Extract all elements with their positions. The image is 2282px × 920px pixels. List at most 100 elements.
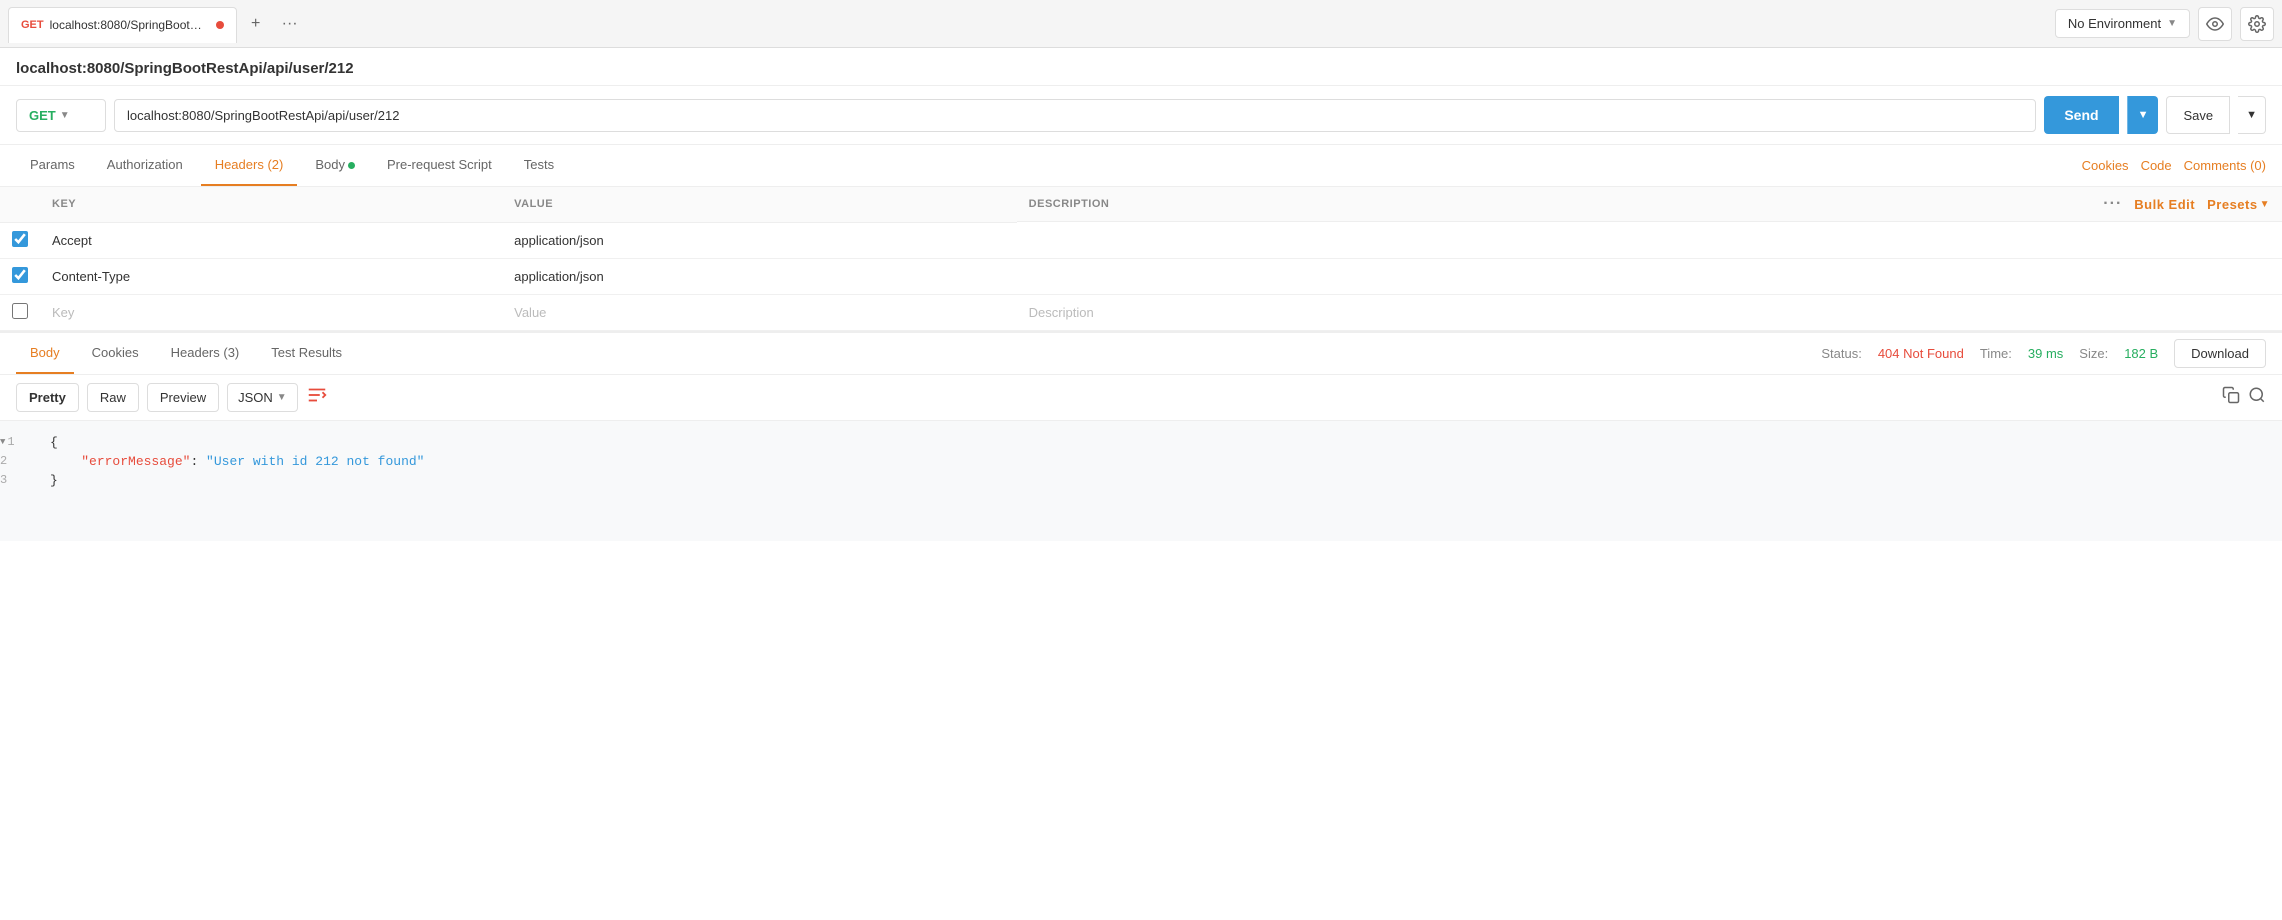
response-status-bar: Status: 404 Not Found Time: 39 ms Size: …	[1821, 339, 2266, 368]
response-tabs-bar: Body Cookies Headers (3) Test Results St…	[0, 333, 2282, 375]
json-value: "User with id 212 not found"	[206, 454, 424, 469]
code-text-1: {	[50, 435, 58, 450]
copy-icon[interactable]	[2222, 386, 2240, 409]
table-row-placeholder: Key Value Description	[0, 294, 2282, 330]
placeholder-key[interactable]: Key	[40, 294, 502, 330]
resp-toolbar-right	[2222, 386, 2266, 409]
size-label: Size:	[2079, 346, 2108, 361]
resp-tab-test-results-label: Test Results	[271, 345, 342, 360]
tab-body-label: Body	[315, 157, 345, 172]
tab-bar: GET localhost:8080/SpringBootRestA… + ··…	[0, 0, 2282, 48]
row1-checkbox[interactable]	[12, 231, 28, 247]
resp-tab-body[interactable]: Body	[16, 333, 74, 374]
eye-icon	[2206, 15, 2224, 33]
save-chevron-icon: ▼	[2246, 109, 2257, 121]
line-num-2: 2	[0, 454, 50, 468]
resp-tab-cookies[interactable]: Cookies	[78, 333, 153, 374]
row2-key-cell[interactable]: Content-Type	[40, 258, 502, 294]
code-line-1: ▼ 1 {	[0, 433, 2282, 452]
tab-params-label: Params	[30, 157, 75, 172]
send-dropdown-button[interactable]: ▼	[2127, 96, 2159, 134]
bulk-edit-button[interactable]: Bulk Edit	[2134, 197, 2195, 212]
collapse-arrow-icon[interactable]: ▼	[0, 437, 5, 447]
eye-button[interactable]	[2198, 7, 2232, 41]
more-options-icon[interactable]: ···	[2103, 195, 2122, 213]
code-line-3: 3 }	[0, 471, 2282, 490]
tab-params[interactable]: Params	[16, 145, 89, 186]
pretty-button[interactable]: Pretty	[16, 383, 79, 412]
tab-pre-request[interactable]: Pre-request Script	[373, 145, 506, 186]
row2-checkbox-cell	[0, 258, 40, 294]
col-key-header: KEY	[40, 187, 502, 222]
url-input[interactable]	[114, 99, 2036, 132]
row1-desc-cell[interactable]	[1017, 222, 2282, 258]
placeholder-checkbox[interactable]	[12, 303, 28, 319]
resp-tab-body-label: Body	[30, 345, 60, 360]
more-tabs-button[interactable]: ···	[275, 9, 305, 39]
method-label: GET	[29, 108, 56, 123]
request-tabs: Params Authorization Headers (2) Body Pr…	[0, 145, 2282, 187]
tab-authorization[interactable]: Authorization	[93, 145, 197, 186]
headers-table: KEY VALUE DESCRIPTION ··· Bulk Edit Pres…	[0, 187, 2282, 331]
send-button[interactable]: Send	[2044, 96, 2118, 134]
save-dropdown-button[interactable]: ▼	[2238, 96, 2266, 134]
tab-method: GET	[21, 19, 44, 31]
code-link[interactable]: Code	[2141, 158, 2172, 173]
time-label: Time:	[1980, 346, 2012, 361]
gear-icon	[2248, 15, 2266, 33]
tab-headers[interactable]: Headers (2)	[201, 145, 298, 186]
tab-pre-request-label: Pre-request Script	[387, 157, 492, 172]
placeholder-value[interactable]: Value	[502, 294, 1017, 330]
tab-body[interactable]: Body	[301, 145, 369, 186]
row2-checkbox[interactable]	[12, 267, 28, 283]
tab-dot	[216, 21, 224, 29]
body-dot-icon	[348, 162, 355, 169]
active-tab[interactable]: GET localhost:8080/SpringBootRestA…	[8, 7, 237, 43]
send-chevron-icon: ▼	[2138, 109, 2149, 121]
response-section: Body Cookies Headers (3) Test Results St…	[0, 332, 2282, 541]
settings-button[interactable]	[2240, 7, 2274, 41]
env-chevron-icon: ▼	[2167, 18, 2177, 29]
headers-section: KEY VALUE DESCRIPTION ··· Bulk Edit Pres…	[0, 187, 2282, 331]
environment-selector[interactable]: No Environment ▼	[2055, 9, 2190, 38]
new-tab-button[interactable]: +	[241, 9, 271, 39]
col-description-header: DESCRIPTION ··· Bulk Edit Presets ▼	[1017, 187, 2282, 222]
request-bar: GET ▼ Send ▼ Save ▼	[0, 86, 2282, 145]
row1-value-cell[interactable]: application/json	[502, 222, 1017, 258]
raw-button[interactable]: Raw	[87, 383, 139, 412]
row2-value-cell[interactable]: application/json	[502, 258, 1017, 294]
resp-tab-headers[interactable]: Headers (3)	[157, 333, 254, 374]
presets-chevron-icon: ▼	[2260, 199, 2270, 210]
resp-tab-test-results[interactable]: Test Results	[257, 333, 356, 374]
row1-key-cell[interactable]: Accept	[40, 222, 502, 258]
env-label: No Environment	[2068, 16, 2161, 31]
placeholder-description[interactable]: Description	[1017, 294, 2282, 330]
presets-button[interactable]: Presets ▼	[2207, 197, 2270, 212]
format-dropdown[interactable]: JSON ▼	[227, 383, 298, 412]
download-button[interactable]: Download	[2174, 339, 2266, 368]
response-toolbar: Pretty Raw Preview JSON ▼	[0, 375, 2282, 421]
wrap-lines-icon	[306, 384, 328, 406]
wrap-icon[interactable]	[306, 384, 328, 411]
tab-url: localhost:8080/SpringBootRestA…	[50, 18, 210, 32]
headers-badge: (2)	[267, 157, 283, 172]
save-button[interactable]: Save	[2166, 96, 2230, 134]
table-row: Accept application/json	[0, 222, 2282, 258]
tab-tests-label: Tests	[524, 157, 554, 172]
row2-desc-cell[interactable]	[1017, 258, 2282, 294]
cookies-link[interactable]: Cookies	[2082, 158, 2129, 173]
tab-tests[interactable]: Tests	[510, 145, 568, 186]
placeholder-checkbox-cell	[0, 294, 40, 330]
tab-headers-label: Headers (2)	[215, 157, 284, 172]
code-text-2: "errorMessage": "User with id 212 not fo…	[50, 454, 424, 469]
comments-link[interactable]: Comments (0)	[2184, 158, 2266, 173]
json-key: "errorMessage"	[81, 454, 190, 469]
search-icon[interactable]	[2248, 386, 2266, 409]
status-value: 404 Not Found	[1878, 346, 1964, 361]
code-text-3: }	[50, 473, 58, 488]
row1-checkbox-cell	[0, 222, 40, 258]
method-dropdown[interactable]: GET ▼	[16, 99, 106, 132]
tab-authorization-label: Authorization	[107, 157, 183, 172]
resp-tab-cookies-label: Cookies	[92, 345, 139, 360]
preview-button[interactable]: Preview	[147, 383, 219, 412]
